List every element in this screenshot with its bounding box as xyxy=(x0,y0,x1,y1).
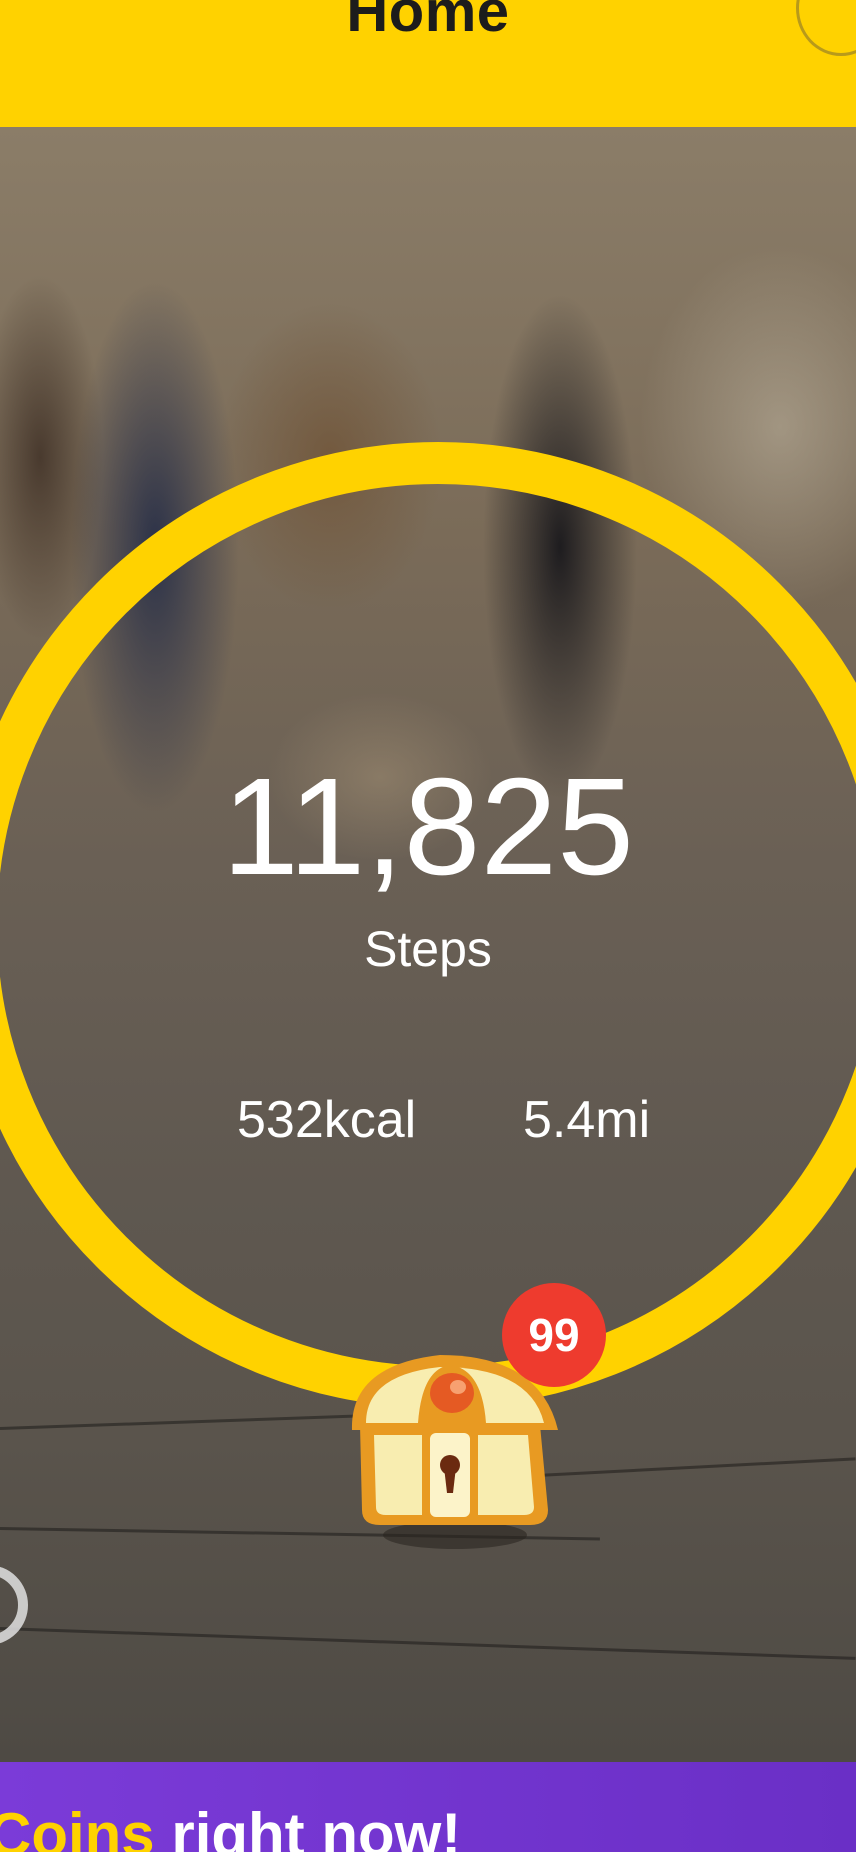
steps-label: Steps xyxy=(364,921,492,977)
banner-coins-word: Coins xyxy=(0,1801,155,1852)
ground-crack xyxy=(0,1627,856,1660)
promo-banner-text: Coins right now! xyxy=(0,1800,461,1852)
calories-value: 532kcal xyxy=(237,1091,417,1149)
banner-rest-text: right now! xyxy=(171,1801,462,1852)
promo-banner[interactable]: Coins right now! xyxy=(0,1762,856,1852)
page-title: Home xyxy=(346,0,510,44)
home-screen: Home 11,825 Steps 532kcal 5.4mi 99 Coins… xyxy=(0,0,856,1852)
reward-count-badge: 99 xyxy=(502,1283,606,1387)
step-count: 11,825 xyxy=(222,750,634,904)
top-bar: Home xyxy=(0,0,856,127)
distance-value: 5.4mi xyxy=(523,1091,651,1149)
profile-icon[interactable] xyxy=(796,0,856,56)
